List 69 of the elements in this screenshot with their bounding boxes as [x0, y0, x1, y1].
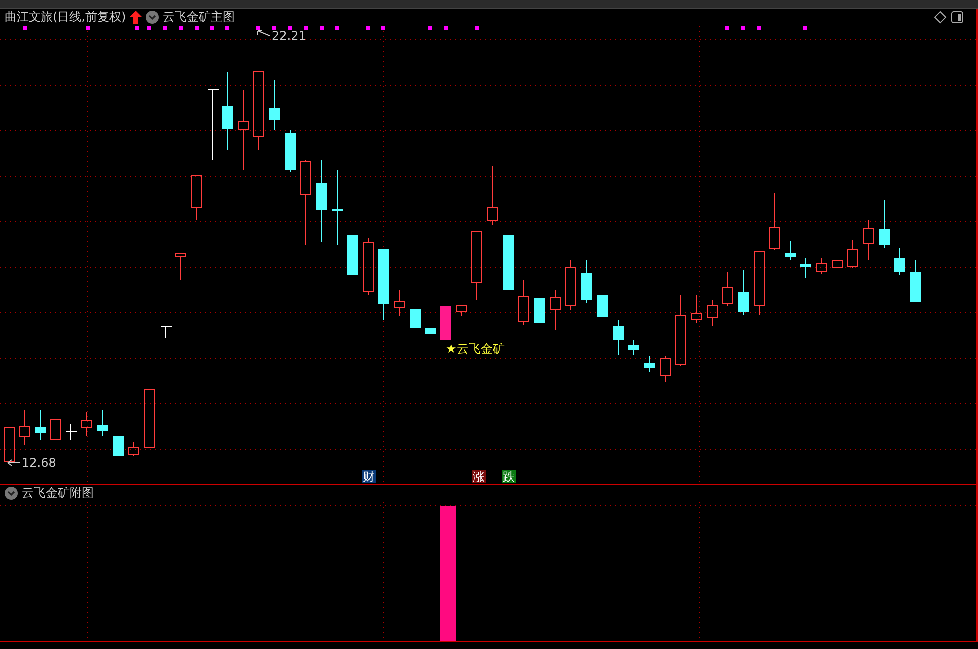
candlestick: [192, 176, 202, 220]
candlestick: [738, 270, 750, 316]
candlestick: [848, 240, 858, 268]
candlestick: [20, 410, 30, 446]
candlestick: [114, 436, 124, 456]
price-label: 22.21: [272, 29, 306, 43]
candlestick: [628, 340, 640, 356]
candlestick: [472, 232, 482, 300]
price-arrow-icon: [258, 30, 270, 36]
candlestick: [410, 309, 422, 328]
candlestick: [770, 192, 780, 250]
candlestick: [66, 424, 77, 440]
event-badge[interactable]: 跌: [502, 470, 516, 484]
candlestick: [816, 258, 828, 274]
candlestick: [598, 295, 608, 317]
candlestick: [566, 260, 576, 310]
candlestick: [910, 260, 922, 302]
candlestick: [394, 290, 406, 316]
event-badge[interactable]: 财: [362, 470, 376, 484]
event-badge[interactable]: 涨: [472, 470, 486, 484]
candlestick: [786, 240, 796, 260]
candlestick: [286, 130, 296, 172]
indicator-name[interactable]: 云飞金矿主图: [163, 9, 236, 26]
candlestick: [550, 290, 562, 330]
candlestick: [660, 356, 672, 382]
candlestick: [676, 294, 686, 366]
candlestick: [98, 410, 108, 436]
sub-panel-title: 云飞金矿附图: [22, 485, 94, 502]
candlestick: [518, 280, 530, 326]
candlestick: [426, 328, 436, 334]
panel-toggle-icon[interactable]: [951, 11, 964, 24]
candlestick: [722, 272, 734, 306]
candlestick: [36, 410, 46, 440]
candlestick: [4, 428, 16, 462]
candlestick: [504, 235, 514, 290]
candlestick: [894, 248, 906, 276]
up-arrow-icon: [130, 11, 142, 24]
candlestick: [832, 260, 844, 268]
candlestick: [364, 238, 374, 296]
chevron-down-icon[interactable]: [146, 11, 160, 24]
candlestick: [456, 304, 468, 316]
candlestick: [880, 200, 890, 248]
chart-title: 曲江文旅(日线,前复权): [5, 9, 126, 26]
candlestick: [644, 356, 656, 372]
candlestick: [176, 254, 186, 280]
candlestick: [864, 220, 874, 260]
price-arrow-icon: [8, 460, 20, 466]
candlestick: [488, 166, 498, 226]
chevron-down-icon[interactable]: [5, 487, 18, 500]
signal-label: ★云飞金矿: [446, 342, 505, 356]
candlestick: [440, 306, 452, 340]
candlestick: [208, 89, 219, 160]
candlestick: [128, 442, 140, 456]
candlestick: [534, 298, 546, 323]
candlestick: [800, 258, 812, 278]
diamond-icon[interactable]: [934, 11, 947, 24]
candlestick: [82, 412, 92, 436]
candlestick: [708, 300, 718, 326]
candlestick: [144, 390, 156, 448]
candlestick: [161, 326, 172, 338]
candlestick: [692, 294, 702, 324]
candlestick: [614, 320, 624, 356]
candlestick: [348, 235, 358, 275]
candlestick: [754, 252, 766, 316]
candlestick: [50, 420, 62, 440]
candlestick: [378, 249, 390, 320]
candlestick: [582, 260, 592, 304]
candlestick: [270, 80, 280, 130]
price-label: 12.68: [22, 456, 56, 470]
